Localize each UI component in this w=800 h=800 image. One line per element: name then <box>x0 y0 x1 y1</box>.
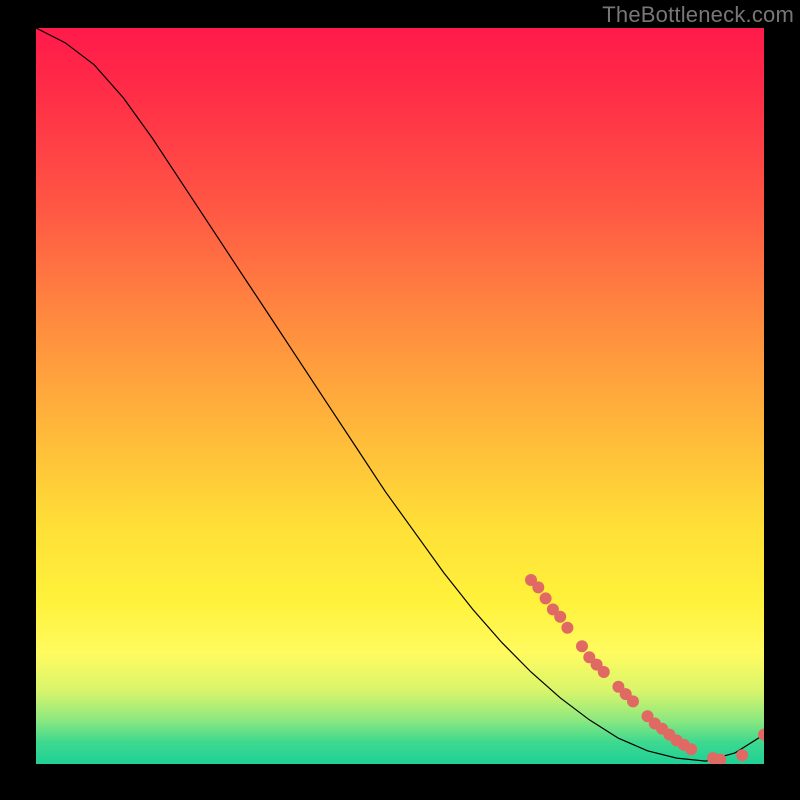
chart-frame: TheBottleneck.com <box>0 0 800 800</box>
watermark-text: TheBottleneck.com <box>602 2 794 28</box>
bottleneck-curve <box>36 28 764 761</box>
data-point <box>576 640 588 652</box>
data-point <box>540 592 552 604</box>
chart-svg <box>36 28 764 764</box>
plot-area <box>36 28 764 764</box>
data-point <box>554 611 566 623</box>
marker-group <box>525 574 764 764</box>
data-point <box>627 695 639 707</box>
data-point <box>598 666 610 678</box>
data-point <box>532 581 544 593</box>
data-point <box>561 622 573 634</box>
data-point <box>736 749 748 761</box>
data-point <box>685 743 697 755</box>
data-point <box>758 729 764 741</box>
